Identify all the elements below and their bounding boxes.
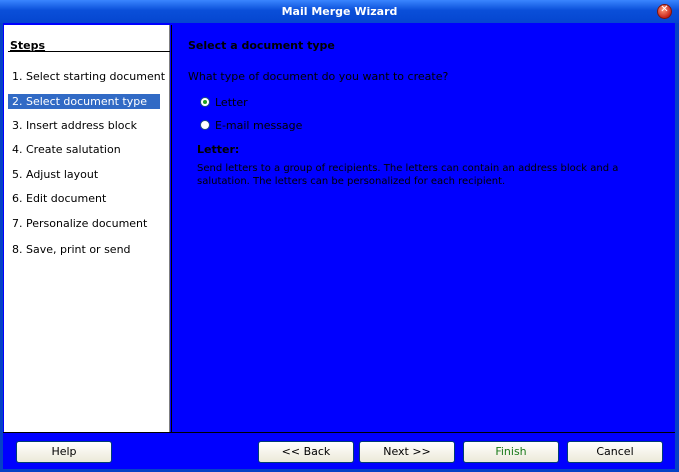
help-button-label: Help xyxy=(51,445,77,458)
next-button[interactable]: Next >> xyxy=(359,441,455,463)
close-icon: ✕ xyxy=(660,4,669,15)
back-button-label: << Back xyxy=(281,445,331,458)
step-label: 6. Edit document xyxy=(12,192,107,205)
window-border-right xyxy=(675,23,679,472)
step-label: 7. Personalize document xyxy=(12,217,148,230)
finish-button[interactable]: Finish xyxy=(463,441,559,463)
close-button[interactable]: ✕ xyxy=(657,4,672,19)
letter-option[interactable]: Letter xyxy=(200,95,248,109)
window-border-left xyxy=(0,23,3,472)
steps-divider xyxy=(8,51,170,52)
step-item-7[interactable]: 7. Personalize document xyxy=(8,216,147,231)
cancel-button[interactable]: Cancel xyxy=(567,441,663,463)
cancel-button-label: Cancel xyxy=(596,445,634,458)
content-panel: Select a document type What type of docu… xyxy=(171,25,675,432)
help-button[interactable]: Help xyxy=(16,441,112,463)
finish-button-label: Finish xyxy=(495,445,527,458)
step-item-2[interactable]: 2. Select document type xyxy=(8,94,160,109)
window-title: Mail Merge Wizard xyxy=(281,5,398,18)
step-item-6[interactable]: 6. Edit document xyxy=(8,191,106,206)
step-item-8[interactable]: 8. Save, print or send xyxy=(8,242,131,257)
step-label: 5. Adjust layout xyxy=(12,168,99,181)
description-text: Send letters to a group of recipients. T… xyxy=(197,163,619,187)
page-title: Select a document type xyxy=(188,39,335,52)
step-label: 8. Save, print or send xyxy=(12,243,131,256)
step-item-1[interactable]: 1. Select starting document xyxy=(8,69,165,84)
step-label: 1. Select starting document xyxy=(12,70,166,83)
title-bar[interactable]: Mail Merge Wizard ✕ xyxy=(0,0,679,23)
step-label: 4. Create salutation xyxy=(12,143,121,156)
back-button[interactable]: << Back xyxy=(258,441,354,463)
step-item-5[interactable]: 5. Adjust layout xyxy=(8,167,98,182)
next-button-label: Next >> xyxy=(383,445,431,458)
description-title: Letter: xyxy=(197,143,240,156)
email-radio[interactable] xyxy=(200,120,210,130)
mail-merge-wizard-window: Mail Merge Wizard ✕ Steps 1. Select star… xyxy=(0,0,679,472)
step-label: 2. Select document type xyxy=(12,95,147,108)
letter-option-label[interactable]: Letter xyxy=(215,96,248,109)
email-option-label[interactable]: E-mail message xyxy=(215,119,302,132)
letter-radio[interactable] xyxy=(200,97,210,107)
step-label: 3. Insert address block xyxy=(12,119,137,132)
document-type-question: What type of document do you want to cre… xyxy=(188,70,449,83)
step-item-3[interactable]: 3. Insert address block xyxy=(8,118,137,133)
email-option[interactable]: E-mail message xyxy=(200,118,302,132)
steps-panel: Steps 1. Select starting document 2. Sel… xyxy=(4,25,170,432)
step-item-4[interactable]: 4. Create salutation xyxy=(8,142,121,157)
button-bar: Help << Back Next >> Finish Cancel xyxy=(3,432,675,469)
